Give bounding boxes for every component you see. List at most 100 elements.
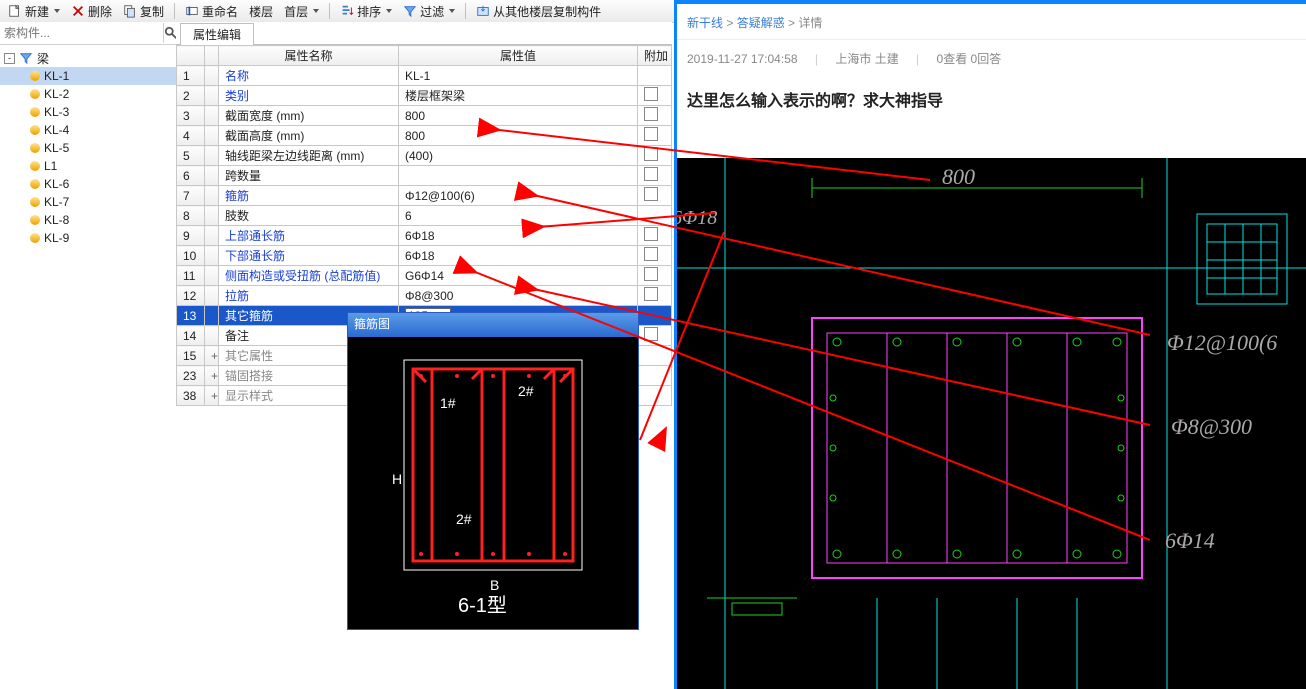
property-row[interactable]: 2类别楼层框架梁	[177, 86, 672, 106]
checkbox[interactable]	[644, 127, 658, 141]
prop-value-cell[interactable]: 6Φ18	[399, 226, 638, 246]
tree-item-KL-1[interactable]: KL-1	[0, 67, 176, 85]
prop-value-cell[interactable]: G6Φ14	[399, 266, 638, 286]
prop-extra-cell[interactable]	[638, 186, 672, 206]
web-pane: 新干线 > 答疑解惑 > 详情 2019-11-27 17:04:58 | 上海…	[674, 0, 1306, 689]
property-row[interactable]: 12拉筋Φ8@300	[177, 286, 672, 306]
checkbox[interactable]	[644, 327, 658, 341]
prop-value-cell[interactable]: (400)	[399, 146, 638, 166]
search-input[interactable]	[0, 24, 163, 42]
row-number: 4	[177, 126, 205, 146]
expand-icon[interactable]: +	[205, 366, 219, 386]
property-row[interactable]: 8肢数6	[177, 206, 672, 226]
prop-value-cell[interactable]: 6	[399, 206, 638, 226]
copy-from-label: 从其他楼层复制构件	[493, 3, 601, 20]
prop-value-cell[interactable]: Φ8@300	[399, 286, 638, 306]
collapse-icon[interactable]: -	[4, 53, 15, 64]
prop-extra-cell[interactable]	[638, 326, 672, 346]
checkbox[interactable]	[644, 187, 658, 201]
property-row[interactable]: 1名称KL-1	[177, 66, 672, 86]
tree-root-beam[interactable]: - 梁	[0, 49, 176, 67]
crumb-qa[interactable]: 答疑解惑	[737, 16, 785, 30]
copy-from-button[interactable]: 从其他楼层复制构件	[472, 1, 605, 21]
row-toggle	[205, 86, 219, 106]
checkbox[interactable]	[644, 147, 658, 161]
tree-item-label: KL-6	[44, 177, 69, 191]
expand-icon[interactable]: +	[205, 346, 219, 366]
row-number: 8	[177, 206, 205, 226]
prop-name-cell: 上部通长筋	[219, 226, 399, 246]
new-button[interactable]: 新建	[4, 1, 64, 21]
checkbox[interactable]	[644, 87, 658, 101]
tree-item-KL-4[interactable]: KL-4	[0, 121, 176, 139]
property-row[interactable]: 7箍筋Φ12@100(6)	[177, 186, 672, 206]
beam-icon	[30, 179, 40, 189]
prop-extra-cell[interactable]	[638, 86, 672, 106]
tree-item-KL-9[interactable]: KL-9	[0, 229, 176, 247]
tree-item-KL-5[interactable]: KL-5	[0, 139, 176, 157]
beam-icon	[30, 71, 40, 81]
checkbox[interactable]	[644, 227, 658, 241]
tree-item-KL-7[interactable]: KL-7	[0, 193, 176, 211]
property-row[interactable]: 6跨数量	[177, 166, 672, 186]
crumb-home[interactable]: 新干线	[687, 16, 723, 30]
checkbox[interactable]	[644, 247, 658, 261]
prop-value-cell[interactable]	[399, 166, 638, 186]
tree-item-KL-3[interactable]: KL-3	[0, 103, 176, 121]
sort-button[interactable]: 排序	[336, 1, 396, 21]
prop-extra-cell[interactable]	[638, 206, 672, 226]
prop-extra-cell[interactable]	[638, 226, 672, 246]
component-tree-pane: - 梁 KL-1KL-2KL-3 KL-4 KL-5L1 KL-6 KL-7KL-8 KL…	[0, 22, 177, 689]
prop-value-cell[interactable]: Φ12@100(6)	[399, 186, 638, 206]
checkbox[interactable]	[644, 267, 658, 281]
filter-label: 过滤	[420, 3, 444, 20]
header-name: 属性名称	[219, 46, 399, 66]
property-row[interactable]: 5轴线距梁左边线距离 (mm)(400)	[177, 146, 672, 166]
new-label: 新建	[25, 3, 49, 20]
tab-property-edit[interactable]: 属性编辑	[180, 23, 254, 45]
filter-button[interactable]: 过滤	[399, 1, 459, 21]
tree-item-KL-8[interactable]: KL-8	[0, 211, 176, 229]
tree-item-L1[interactable]: L1	[0, 157, 176, 175]
component-tree: - 梁 KL-1KL-2KL-3 KL-4 KL-5L1 KL-6 KL-7KL-8 KL…	[0, 45, 176, 251]
property-row[interactable]: 9上部通长筋6Φ18	[177, 226, 672, 246]
expand-icon[interactable]: +	[205, 386, 219, 406]
row-number: 12	[177, 286, 205, 306]
delete-button[interactable]: 删除	[67, 1, 116, 21]
row-toggle	[205, 106, 219, 126]
checkbox[interactable]	[644, 167, 658, 181]
property-row[interactable]: 4截面高度 (mm)800	[177, 126, 672, 146]
row-number: 7	[177, 186, 205, 206]
property-row[interactable]: 3截面宽度 (mm)800	[177, 106, 672, 126]
prop-extra-cell[interactable]	[638, 246, 672, 266]
prop-extra-cell[interactable]	[638, 146, 672, 166]
layer-button[interactable]: 楼层	[245, 1, 277, 21]
tree-item-label: KL-9	[44, 231, 69, 245]
prop-extra-cell[interactable]	[638, 306, 672, 326]
tree-item-KL-2[interactable]: KL-2	[0, 85, 176, 103]
row-number: 38	[177, 386, 205, 406]
property-row[interactable]: 10下部通长筋6Φ18	[177, 246, 672, 266]
property-row[interactable]: 11侧面构造或受扭筋 (总配筋值)G6Φ14	[177, 266, 672, 286]
tree-item-label: KL-4	[44, 123, 69, 137]
prop-extra-cell[interactable]	[638, 106, 672, 126]
prop-value-cell[interactable]: 楼层框架梁	[399, 86, 638, 106]
checkbox[interactable]	[644, 287, 658, 301]
rename-button[interactable]: 重命名	[181, 1, 242, 21]
floor-selector[interactable]: 首层	[280, 1, 323, 21]
delete-label: 删除	[88, 3, 112, 20]
tree-item-KL-6[interactable]: KL-6	[0, 175, 176, 193]
prop-value-cell[interactable]: 800	[399, 126, 638, 146]
prop-value-cell[interactable]: 800	[399, 106, 638, 126]
prop-extra-cell[interactable]	[638, 166, 672, 186]
prop-value-cell[interactable]: 6Φ18	[399, 246, 638, 266]
prop-value-cell[interactable]: KL-1	[399, 66, 638, 86]
prop-extra-cell[interactable]	[638, 286, 672, 306]
prop-name-cell: 名称	[219, 66, 399, 86]
prop-extra-cell[interactable]	[638, 126, 672, 146]
prop-extra-cell[interactable]	[638, 66, 672, 86]
stirrup-diagram-window[interactable]: 箍筋图 1# 2# 2# H B 6-1型	[347, 312, 639, 630]
prop-extra-cell[interactable]	[638, 266, 672, 286]
checkbox[interactable]	[644, 107, 658, 121]
copy-button[interactable]: 复制	[119, 1, 168, 21]
